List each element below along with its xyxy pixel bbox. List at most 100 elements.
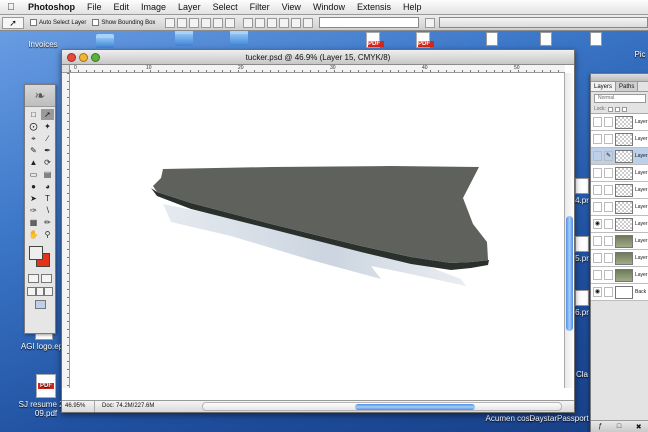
menu-filter[interactable]: Filter xyxy=(244,2,276,12)
align-hcenter-button[interactable] xyxy=(213,17,224,28)
distribute-vcenter-button[interactable] xyxy=(255,17,266,28)
image-canvas[interactable] xyxy=(71,74,565,388)
lock-position-checkbox[interactable] xyxy=(621,106,627,112)
visibility-eye-icon[interactable]: ◉ xyxy=(593,219,602,229)
feather-icon[interactable]: ❧ xyxy=(25,85,55,107)
layer-row[interactable]: ◉ Back xyxy=(591,284,648,301)
foreground-color-swatch[interactable] xyxy=(29,246,43,260)
visibility-eye-icon[interactable] xyxy=(593,236,602,246)
desktop-file-5[interactable]: 5.pr xyxy=(572,236,592,263)
layer-row[interactable]: Layer xyxy=(591,114,648,131)
dodge-tool-icon[interactable]: ◕ xyxy=(41,181,54,192)
palette-well[interactable] xyxy=(439,17,648,28)
palette-well-toggle[interactable] xyxy=(425,17,436,28)
visibility-eye-icon[interactable] xyxy=(593,185,602,195)
distribute-left-button[interactable] xyxy=(279,17,290,28)
move-tool-icon[interactable]: ➚ xyxy=(41,109,54,120)
menu-select[interactable]: Select xyxy=(207,2,244,12)
auto-select-layer-checkbox[interactable]: Auto Select Layer xyxy=(30,19,86,26)
desktop-file-4[interactable]: 4.pr xyxy=(572,178,592,205)
magic-wand-tool-icon[interactable]: ✦ xyxy=(41,121,54,132)
menu-window[interactable]: Window xyxy=(307,2,351,12)
document-info[interactable]: Doc: 74.2M/227.6M xyxy=(102,401,154,412)
desktop-file-cla[interactable]: Cla xyxy=(572,370,592,379)
jump-to-imageready-button[interactable] xyxy=(34,300,46,309)
visibility-eye-icon[interactable] xyxy=(593,270,602,280)
marquee-tool-icon[interactable]: □ xyxy=(27,109,40,120)
full-screen-button[interactable] xyxy=(44,287,54,296)
horizontal-scroll-thumb[interactable] xyxy=(355,404,475,410)
ruler-origin[interactable] xyxy=(62,65,70,73)
menu-view[interactable]: View xyxy=(276,2,307,12)
tab-paths[interactable]: Paths xyxy=(616,82,639,91)
layer-row[interactable]: Layer xyxy=(591,182,648,199)
apple-icon[interactable]:  xyxy=(0,2,22,13)
brush-tool-icon[interactable]: ✒ xyxy=(41,145,54,156)
distribute-hcenter-button[interactable] xyxy=(291,17,302,28)
align-top-button[interactable] xyxy=(165,17,176,28)
zoom-tool-icon[interactable]: ⚲ xyxy=(41,229,54,240)
new-layer-icon[interactable]: □ xyxy=(617,423,621,430)
layer-row[interactable]: Layer xyxy=(591,250,648,267)
menu-help[interactable]: Help xyxy=(397,2,428,12)
blur-tool-icon[interactable]: ● xyxy=(27,181,40,192)
align-vcenter-button[interactable] xyxy=(177,17,188,28)
slice-tool-icon[interactable]: ∕ xyxy=(41,133,54,144)
distribute-top-button[interactable] xyxy=(243,17,254,28)
lasso-tool-icon[interactable]: ⨀ xyxy=(27,121,40,132)
close-button[interactable] xyxy=(67,53,76,62)
healing-brush-icon[interactable]: ✎ xyxy=(27,145,40,156)
line-tool-icon[interactable]: ∖ xyxy=(41,205,54,216)
layer-link-icon[interactable] xyxy=(604,168,613,178)
menu-edit[interactable]: Edit xyxy=(108,2,136,12)
lock-pixels-checkbox[interactable] xyxy=(614,106,620,112)
pen-tool-icon[interactable]: ✑ xyxy=(27,205,40,216)
gradient-tool-icon[interactable]: ▤ xyxy=(41,169,54,180)
standard-screen-button[interactable] xyxy=(27,287,36,296)
vertical-ruler[interactable] xyxy=(62,73,70,388)
layer-link-icon[interactable] xyxy=(604,202,613,212)
layer-row[interactable]: ◉ Layer xyxy=(591,216,648,233)
eraser-tool-icon[interactable]: ▭ xyxy=(27,169,40,180)
blend-mode-select[interactable]: Normal xyxy=(594,94,646,103)
standard-mode-button[interactable] xyxy=(28,274,39,283)
desktop-folder-invoices[interactable]: Invoices xyxy=(10,40,76,49)
layer-link-icon[interactable] xyxy=(604,287,613,297)
history-brush-icon[interactable]: ⟳ xyxy=(41,157,54,168)
visibility-eye-icon[interactable] xyxy=(593,117,602,127)
distribute-right-button[interactable] xyxy=(303,17,314,28)
horizontal-scrollbar[interactable] xyxy=(202,402,562,411)
zoom-button[interactable] xyxy=(91,53,100,62)
visibility-eye-icon[interactable] xyxy=(593,134,602,144)
stamp-tool-icon[interactable]: ▲ xyxy=(27,157,40,168)
layer-link-icon[interactable] xyxy=(604,117,613,127)
layer-link-icon[interactable] xyxy=(604,270,613,280)
options-field[interactable] xyxy=(319,17,420,28)
desktop-file-pic[interactable]: Pic xyxy=(632,50,648,59)
desktop-file-6[interactable]: 6.pr xyxy=(572,290,592,317)
hand-tool-icon[interactable]: ✋ xyxy=(27,229,40,240)
layer-row[interactable]: ✎ Layer xyxy=(591,148,648,165)
layer-row[interactable]: Layer xyxy=(591,267,648,284)
layer-row[interactable]: Layer xyxy=(591,233,648,250)
vertical-scroll-thumb[interactable] xyxy=(566,216,573,331)
crop-tool-icon[interactable]: ⌖ xyxy=(27,133,40,144)
layer-link-icon[interactable]: ✎ xyxy=(604,151,613,161)
distribute-bottom-button[interactable] xyxy=(267,17,278,28)
layer-link-icon[interactable] xyxy=(604,219,613,229)
menu-extensis[interactable]: Extensis xyxy=(351,2,397,12)
document-title-bar[interactable]: tucker.psd @ 46.9% (Layer 15, CMYK/8) xyxy=(62,50,574,65)
align-right-button[interactable] xyxy=(225,17,236,28)
menu-app-photoshop[interactable]: Photoshop xyxy=(22,2,81,12)
trash-icon[interactable]: ✖ xyxy=(636,423,642,431)
menu-layer[interactable]: Layer xyxy=(172,2,207,12)
visibility-eye-icon[interactable] xyxy=(593,202,602,212)
vertical-scrollbar[interactable] xyxy=(564,73,574,388)
quick-mask-button[interactable] xyxy=(41,274,52,283)
path-select-tool-icon[interactable]: ➤ xyxy=(27,193,40,204)
tab-layers[interactable]: Layers xyxy=(591,82,617,91)
layer-link-icon[interactable] xyxy=(604,134,613,144)
visibility-eye-icon[interactable] xyxy=(593,151,602,161)
visibility-eye-icon[interactable] xyxy=(593,168,602,178)
visibility-eye-icon[interactable] xyxy=(593,253,602,263)
